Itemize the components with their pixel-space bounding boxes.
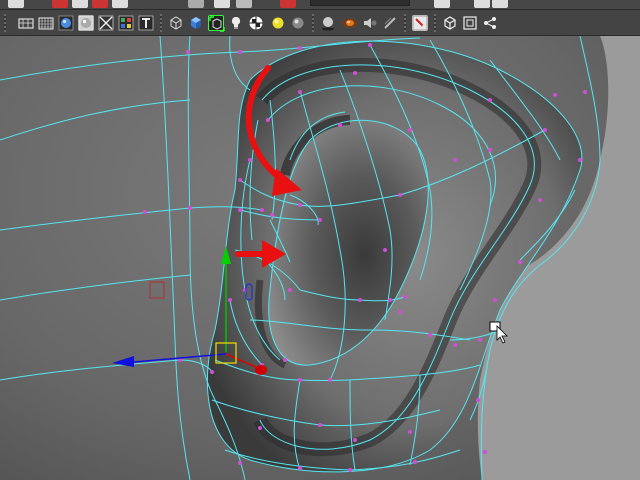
outliner-icon[interactable] — [492, 0, 508, 8]
camera-icon[interactable] — [442, 15, 458, 31]
select-icon[interactable] — [52, 0, 68, 8]
x-axis-handle[interactable] — [255, 365, 267, 375]
marking-menu-icon[interactable] — [188, 0, 204, 8]
render-icon[interactable] — [280, 0, 296, 8]
light-bulb-icon[interactable] — [228, 15, 244, 31]
input-field[interactable] — [310, 0, 410, 6]
texture-icon[interactable] — [118, 15, 134, 31]
cube-shaded-icon[interactable] — [188, 15, 204, 31]
audio-icon[interactable] — [362, 15, 378, 31]
frame-icon[interactable] — [462, 15, 478, 31]
toolbar-separator — [160, 14, 162, 32]
move-icon[interactable] — [72, 0, 88, 8]
rotate-icon[interactable] — [92, 0, 108, 8]
app-window — [0, 0, 640, 480]
perspective-viewport[interactable] — [0, 36, 640, 480]
light-icon[interactable] — [270, 15, 286, 31]
toolbar-separator — [312, 14, 314, 32]
panel-toolbar — [0, 10, 640, 36]
toolbar-separator — [404, 14, 406, 32]
checker-icon[interactable] — [248, 15, 264, 31]
motion-blur-icon[interactable] — [382, 15, 398, 31]
smooth-shade-icon[interactable] — [58, 15, 74, 31]
material-icon[interactable] — [342, 15, 358, 31]
viewport-canvas[interactable] — [0, 36, 640, 480]
grid-icon[interactable] — [38, 15, 54, 31]
toolbar-grip — [4, 14, 6, 32]
text-tool-icon[interactable] — [138, 15, 154, 31]
sphere-icon[interactable] — [290, 15, 306, 31]
toolbar-separator — [434, 14, 436, 32]
snap-icon[interactable] — [214, 0, 230, 8]
playblast-icon[interactable] — [412, 15, 428, 31]
smooth-shade-selected-icon[interactable] — [78, 15, 94, 31]
layout-icon[interactable] — [434, 0, 450, 8]
share-icon[interactable] — [482, 15, 498, 31]
wireframe-icon[interactable] — [18, 15, 34, 31]
shadow-icon[interactable] — [320, 15, 336, 31]
isolate-select-icon[interactable] — [208, 15, 225, 32]
file-icon[interactable] — [8, 0, 24, 8]
panel-icon[interactable] — [474, 0, 490, 8]
scale-icon[interactable] — [112, 0, 128, 8]
top-toolbar — [0, 0, 640, 10]
xray-icon[interactable] — [98, 15, 114, 31]
cube-wire-icon[interactable] — [168, 15, 184, 31]
history-icon[interactable] — [236, 0, 252, 8]
